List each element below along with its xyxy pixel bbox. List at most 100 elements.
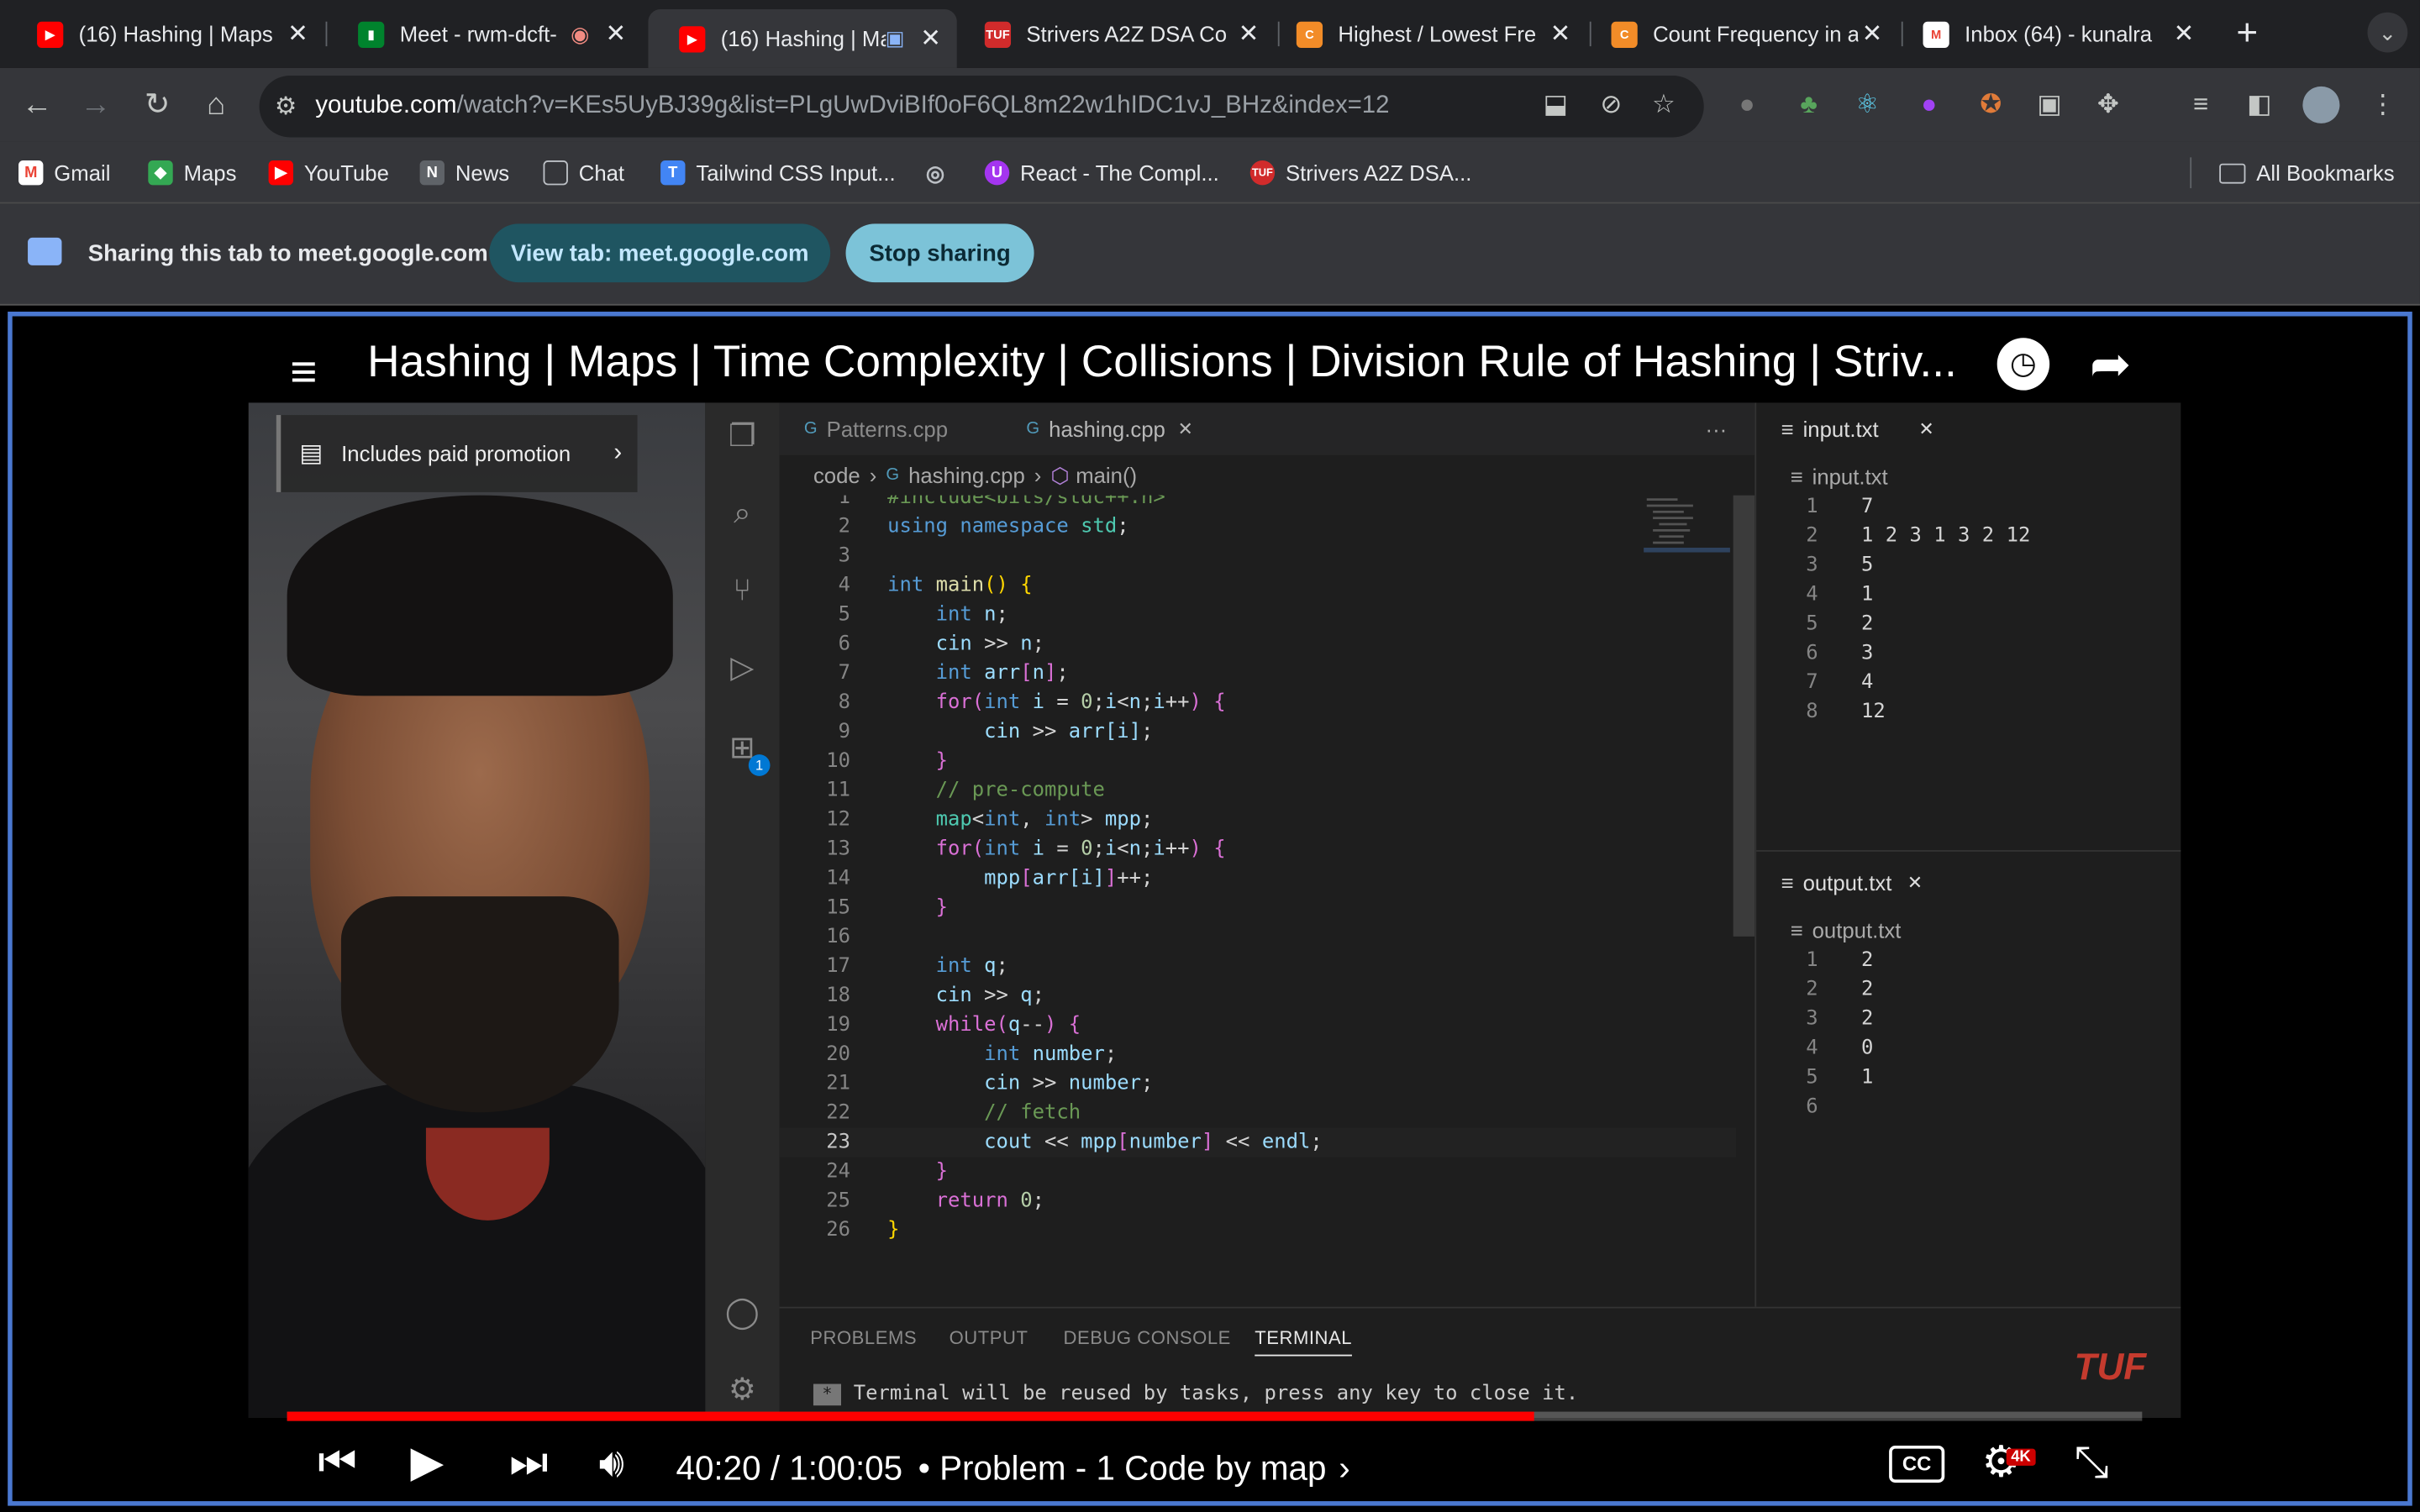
bookmark-star-icon[interactable]: ☆: [1645, 87, 1682, 123]
code-line: 3: [780, 542, 1737, 571]
tab-search-button[interactable]: ⌄: [2367, 12, 2408, 53]
bookmark-label: YouTube: [303, 160, 389, 186]
line-number: 12: [826, 808, 851, 832]
code-text: // pre-compute: [935, 779, 1105, 803]
close-icon[interactable]: ✕: [917, 24, 944, 55]
code-line: 23 cout << mpp[number] << endl;: [779, 1127, 1737, 1158]
browser-tab[interactable]: C Highest / Lowest Fre ✕: [1265, 9, 1586, 59]
close-icon[interactable]: ✕: [602, 18, 629, 50]
line-number: 1: [1806, 495, 1818, 519]
code-line: 16: [780, 922, 1737, 952]
bookmark-youtube[interactable]: ▶ YouTube: [268, 157, 389, 188]
browser-tab[interactable]: M Inbox (64) - kunalra ✕: [1892, 9, 2210, 59]
eye-off-icon[interactable]: ⊘: [1592, 87, 1629, 123]
home-button[interactable]: ⌂: [197, 87, 234, 123]
close-icon[interactable]: ✕: [1546, 18, 1574, 50]
install-app-icon[interactable]: ⬓: [1537, 87, 1574, 123]
browser-tab-active[interactable]: ▶ (16) Hashing | Ma ▣ ✕: [648, 9, 957, 68]
video-frame[interactable]: ▤ Includes paid promotion › ❐ ⌕ ⑂ ▷ ⊞ 1 …: [248, 402, 2181, 1418]
bookmark-label: Gmail: [54, 160, 111, 186]
react-devtools-icon[interactable]: ⚛: [1849, 87, 1886, 123]
forward-button[interactable]: →: [77, 87, 114, 123]
extension-icon[interactable]: ●: [1728, 87, 1765, 123]
close-icon[interactable]: ✕: [1858, 18, 1886, 50]
previous-video-button[interactable]: ⏮: [318, 1439, 356, 1486]
panel-tab-terminal: TERMINAL: [1255, 1327, 1353, 1357]
youtube-player[interactable]: ▤ Includes paid promotion › ❐ ⌕ ⑂ ▷ ⊞ 1 …: [8, 312, 2412, 1506]
extensions-puzzle-icon[interactable]: ✥: [2090, 87, 2127, 123]
screen-share-icon: [28, 237, 62, 265]
watch-later-icon[interactable]: ◷: [1996, 338, 2050, 391]
bookmark-maps[interactable]: ◆ Maps: [148, 157, 236, 188]
paid-promotion-badge[interactable]: ▤ Includes paid promotion ›: [276, 415, 638, 492]
extension-box-icon[interactable]: ▣: [2031, 87, 2068, 123]
tab-title: Inbox (64) - kunalra: [1965, 21, 2153, 47]
file-name: input.txt: [1812, 464, 1888, 490]
close-icon[interactable]: ✕: [1234, 18, 1262, 50]
browser-tab[interactable]: C Count Frequency in a ✕: [1581, 9, 1898, 59]
bookmark-react[interactable]: U React - The Compl...: [984, 157, 1219, 188]
code-text: int q;: [935, 954, 1008, 979]
address-bar[interactable]: ⚙ youtube.com/watch?v=KEs5UyBJ39g&list=P…: [259, 75, 1704, 138]
browser-tab[interactable]: ▮ Meet - rwm-dcft- ◉ ✕: [327, 9, 642, 59]
youtube-icon: ▶: [37, 20, 64, 48]
captions-button[interactable]: CC: [1889, 1445, 1945, 1483]
browser-tab[interactable]: TUF Strivers A2Z DSA Co ✕: [954, 9, 1275, 59]
browser-tab[interactable]: ▶ (16) Hashing | Maps ✕: [6, 9, 324, 59]
video-progress-bar[interactable]: [287, 1411, 2143, 1421]
site-info-icon[interactable]: ⚙: [275, 91, 297, 122]
close-icon[interactable]: ✕: [284, 18, 312, 50]
line-number: 14: [826, 867, 851, 890]
bookmark-news[interactable]: N News: [419, 157, 509, 188]
bookmark-gmail[interactable]: M Gmail: [18, 157, 110, 188]
side-panel-icon[interactable]: ◧: [2241, 87, 2278, 123]
extension-tree-icon[interactable]: ♣: [1791, 87, 1828, 123]
tab-title: Meet - rwm-dcft-: [399, 21, 557, 47]
share-icon[interactable]: ➦: [2090, 335, 2131, 394]
tuf-icon: TUF: [1249, 160, 1276, 186]
player-controls: ⏮ ▶ ⏭ 🔊︎ 40:20 / 1:00:05 • Problem - 1 C…: [13, 1421, 2408, 1502]
profile-avatar[interactable]: [2302, 86, 2340, 123]
play-button[interactable]: ▶: [411, 1439, 445, 1486]
back-button[interactable]: ←: [18, 87, 55, 123]
media-control-icon[interactable]: ≡: [2182, 87, 2219, 123]
current-time: 40:20: [676, 1448, 761, 1488]
line-number: 4: [838, 574, 851, 597]
chat-icon: [543, 160, 568, 186]
bookmark-globe[interactable]: ◎: [923, 157, 958, 188]
close-icon[interactable]: ✕: [2170, 18, 2197, 50]
line-number: 6: [1806, 642, 1818, 665]
file-text: 12: [1861, 700, 1886, 724]
output-file-tab: ≡ output.txt ✕: [1781, 869, 1923, 895]
volume-icon[interactable]: 🔊︎: [599, 1440, 624, 1486]
new-tab-button[interactable]: +: [2228, 14, 2265, 52]
gmail-icon: M: [1923, 20, 1949, 48]
line-number: 3: [1806, 554, 1818, 577]
breadcrumb-item: hashing.cpp: [908, 463, 1025, 488]
editor-tabs: G Patterns.cpp Ghashing.cpp ✕ ···: [779, 402, 1755, 455]
playlist-icon[interactable]: ≡: [290, 347, 317, 399]
file-line: 2 1 2 3 1 3 2 12: [1756, 522, 2181, 551]
view-tab-button[interactable]: View tab: meet.google.com: [489, 223, 831, 283]
terminal-output: * Terminal will be reused by tasks, press…: [813, 1383, 1578, 1405]
reload-button[interactable]: ↻: [139, 87, 176, 123]
file-line: 41: [1756, 580, 2181, 610]
chapter-title[interactable]: • Problem - 1 Code by map: [918, 1449, 1327, 1488]
extension-purple-icon[interactable]: ●: [1911, 87, 1948, 123]
line-number: 2: [838, 515, 851, 539]
stop-sharing-button[interactable]: Stop sharing: [845, 223, 1034, 283]
news-icon: N: [419, 160, 445, 186]
code-line: 18 cin >> q;: [780, 981, 1737, 1011]
bookmark-tailwind[interactable]: T Tailwind CSS Input...: [660, 157, 896, 188]
panel-tab-debug-console: DEBUG CONSOLE: [1063, 1326, 1231, 1349]
video-title[interactable]: Hashing | Maps | Time Complexity | Colli…: [367, 338, 1957, 389]
codingninjas-icon: C: [1611, 20, 1638, 48]
exit-fullscreen-button[interactable]: ⤡: [2075, 1439, 2109, 1486]
cookie-icon[interactable]: ✪: [1972, 87, 2009, 123]
bookmark-chat[interactable]: Chat: [543, 157, 624, 188]
all-bookmarks-button[interactable]: All Bookmarks: [2219, 157, 2395, 188]
code-line: 24 }: [780, 1158, 1737, 1187]
menu-dots-icon[interactable]: ⋮: [2365, 87, 2402, 123]
bookmark-strivers[interactable]: TUF Strivers A2Z DSA...: [1249, 157, 1471, 188]
next-video-button[interactable]: ⏭: [509, 1439, 548, 1486]
